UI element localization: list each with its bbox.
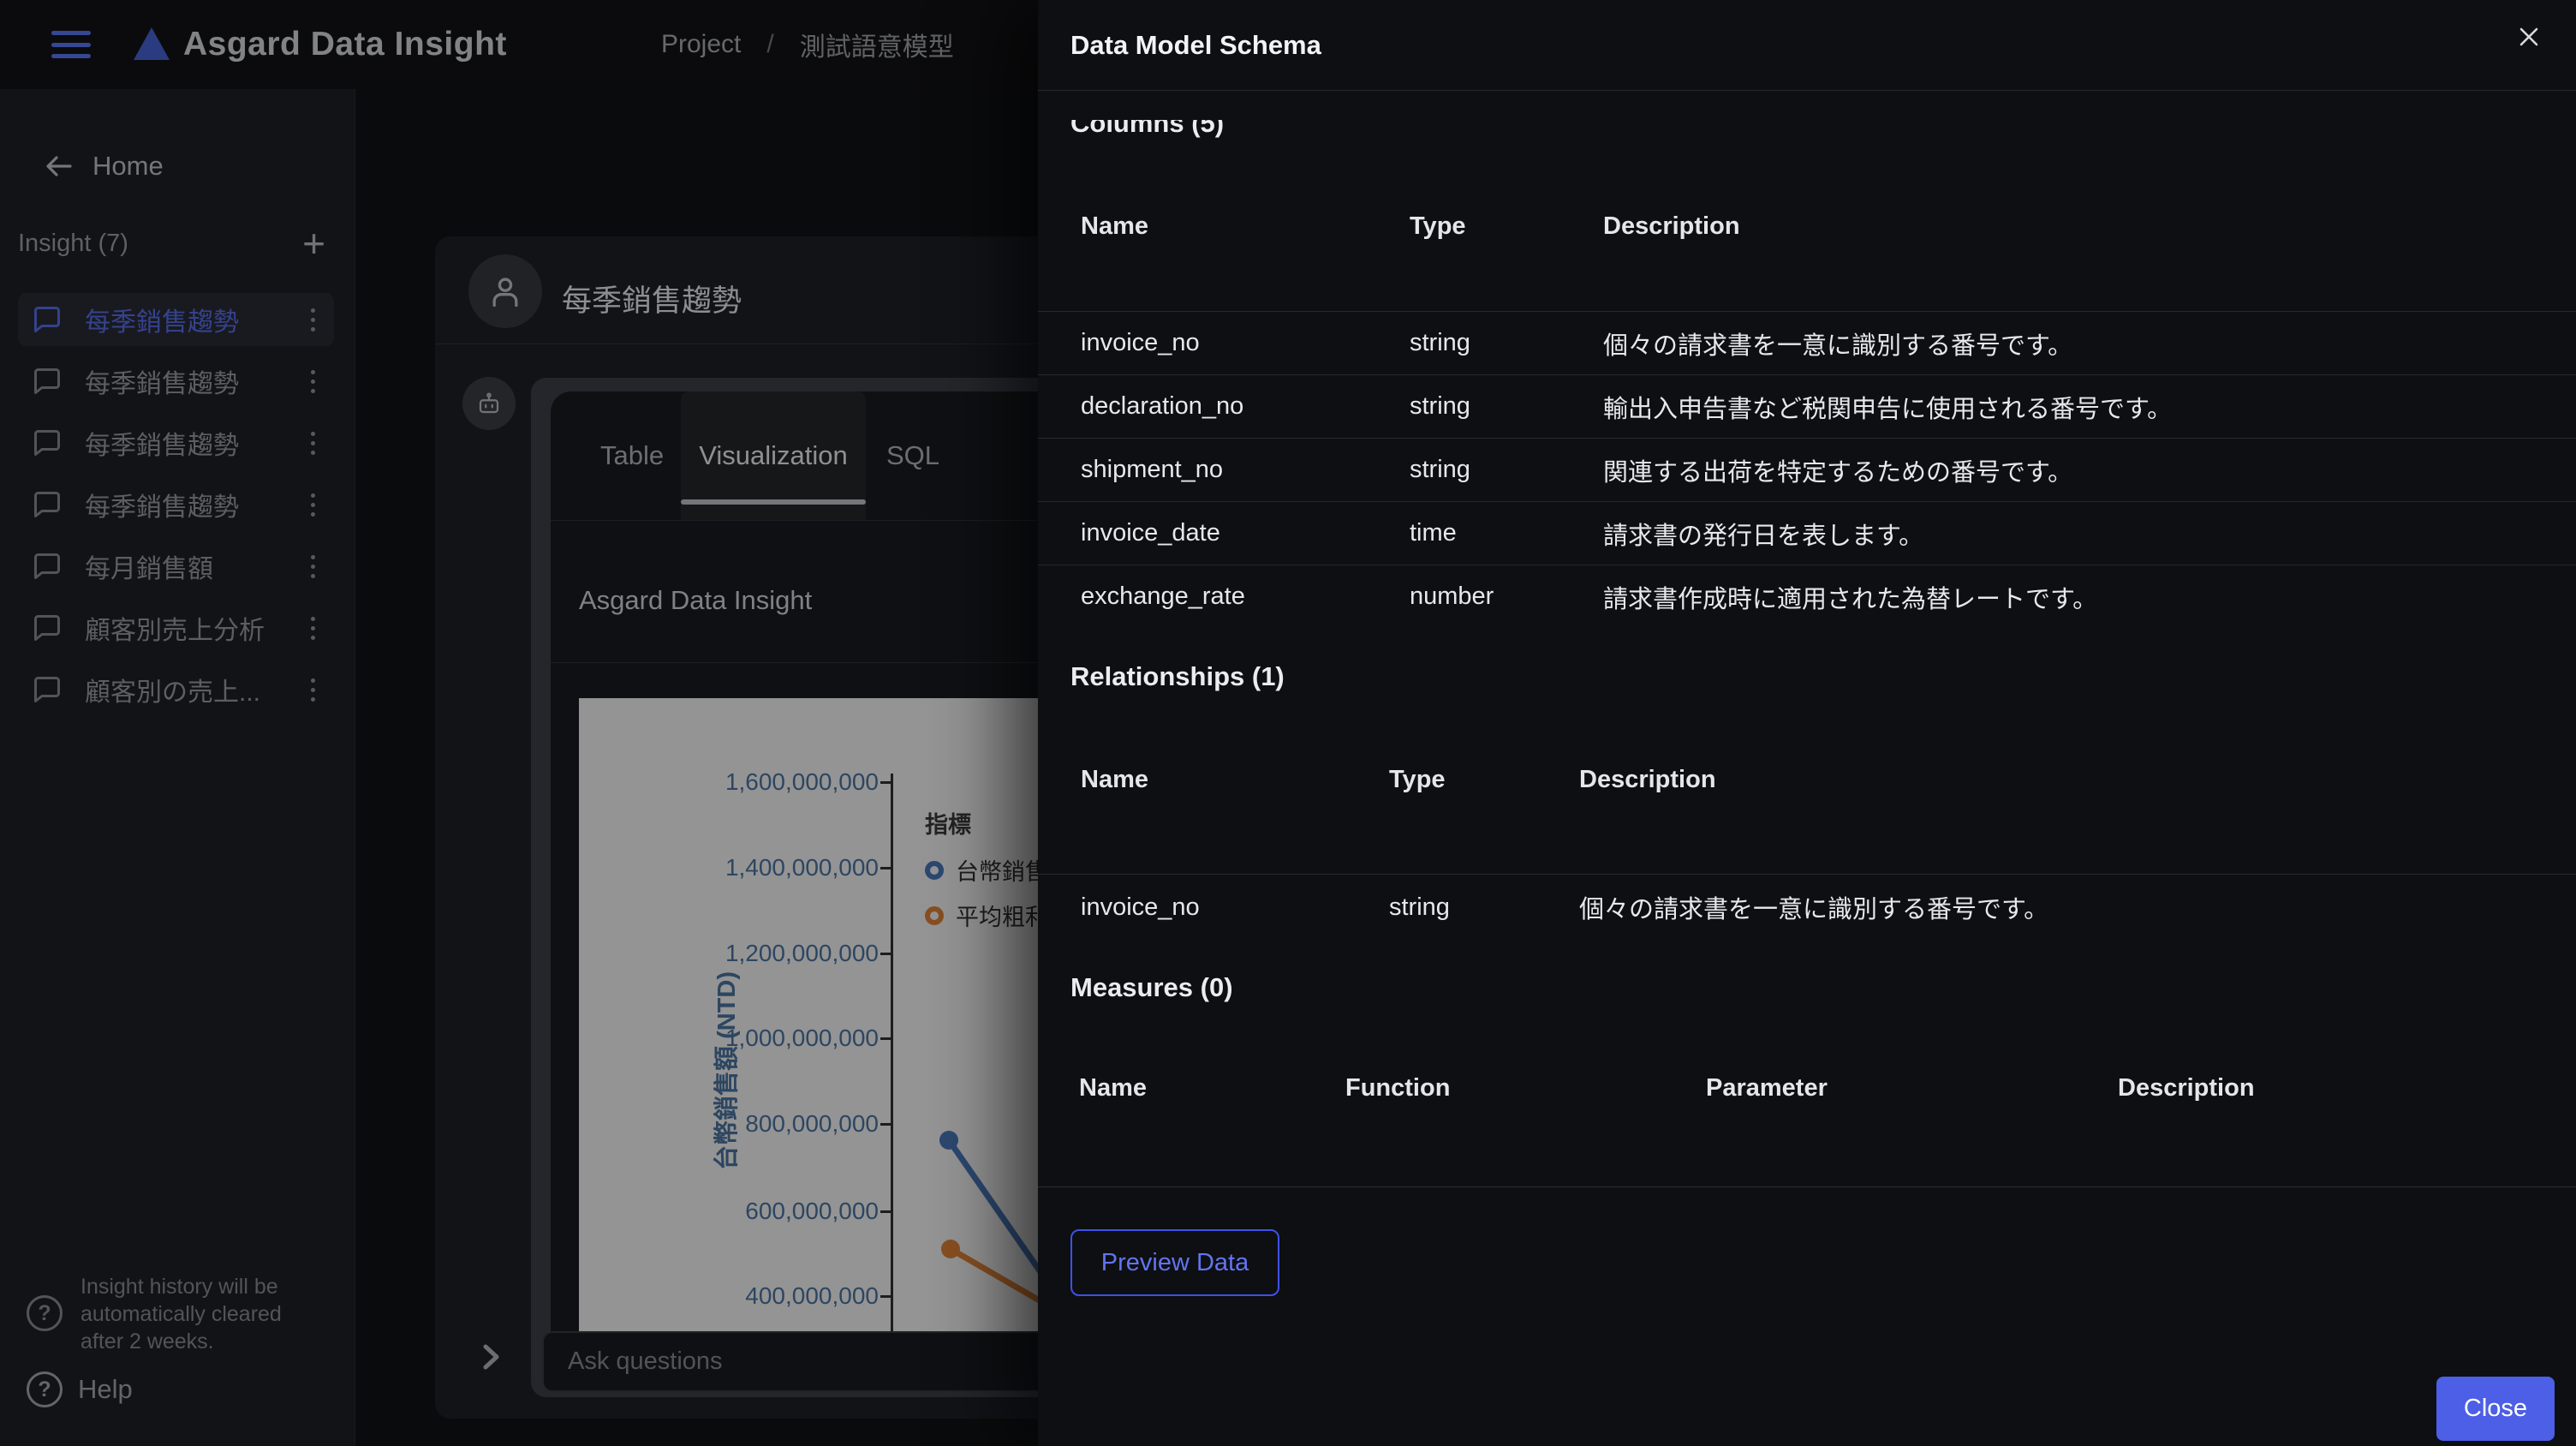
cell-description: 個々の請求書を一意に識別する番号です。 xyxy=(1603,332,2073,360)
cell-description: 請求書の発行日を表します。 xyxy=(1603,522,1924,550)
close-icon[interactable] xyxy=(2509,17,2549,57)
column-header: Description xyxy=(2118,1074,2255,1102)
divider xyxy=(1038,1186,2576,1187)
drawer-header: Data Model Schema xyxy=(1038,0,2576,91)
cell-name: declaration_no xyxy=(1081,392,1244,420)
cell-type: string xyxy=(1389,893,1450,921)
table-row: invoice_no string 個々の請求書を一意に識別する番号です。 xyxy=(1038,311,2576,374)
cell-name: invoice_date xyxy=(1081,519,1220,547)
column-header: Parameter xyxy=(1706,1074,1828,1102)
column-header: Name xyxy=(1081,212,1148,240)
column-header: Description xyxy=(1579,766,1716,793)
modal-backdrop[interactable] xyxy=(0,0,1038,1446)
columns-table-rows: invoice_no string 個々の請求書を一意に識別する番号です。 de… xyxy=(1038,311,2576,628)
drawer-title: Data Model Schema xyxy=(1070,30,1321,60)
column-header: Type xyxy=(1389,766,1446,793)
column-header: Description xyxy=(1603,212,1740,240)
cell-description: 関連する出荷を特定するための番号です。 xyxy=(1603,458,2073,487)
columns-section-title: Columns (5) xyxy=(1070,120,1225,138)
measures-section-title: Measures (0) xyxy=(1070,972,1233,1002)
table-row: shipment_no string 関連する出荷を特定するための番号です。 xyxy=(1038,438,2576,501)
table-row: invoice_no string 個々の請求書を一意に識別する番号です。 xyxy=(1038,874,2576,940)
cell-name: exchange_rate xyxy=(1081,583,1245,610)
cell-type: number xyxy=(1410,583,1494,610)
cell-type: string xyxy=(1410,329,1470,356)
table-row: invoice_date time 請求書の発行日を表します。 xyxy=(1038,501,2576,565)
measures-table-header: Name Function Parameter Description xyxy=(1038,1074,2576,1102)
relationships-table-rows: invoice_no string 個々の請求書を一意に識別する番号です。 xyxy=(1038,874,2576,940)
column-header: Function xyxy=(1345,1074,1451,1102)
cell-description: 個々の請求書を一意に識別する番号です。 xyxy=(1579,896,2049,923)
column-header: Type xyxy=(1410,212,1466,240)
column-header: Name xyxy=(1079,1074,1147,1102)
data-model-schema-drawer: Data Model Schema Columns (5) Name Type … xyxy=(1038,0,2576,1446)
cell-description: 輸出入申告書など税関申告に使用される番号です。 xyxy=(1603,395,2173,423)
drawer-body: Columns (5) Name Type Description invoic… xyxy=(1038,120,2576,1446)
column-header: Name xyxy=(1081,766,1148,793)
cell-name: invoice_no xyxy=(1081,329,1200,356)
table-row: exchange_rate number 請求書作成時に適用された為替レートです… xyxy=(1038,565,2576,628)
cell-type: time xyxy=(1410,519,1457,547)
cell-type: string xyxy=(1410,456,1470,483)
cell-description: 請求書作成時に適用された為替レートです。 xyxy=(1603,585,2098,613)
close-button[interactable]: Close xyxy=(2436,1377,2555,1441)
cell-type: string xyxy=(1410,392,1470,420)
cell-name: invoice_no xyxy=(1081,893,1200,921)
cell-name: shipment_no xyxy=(1081,456,1224,483)
relationships-section-title: Relationships (1) xyxy=(1070,661,1285,691)
columns-table-header: Name Type Description xyxy=(1038,212,2576,241)
table-row: declaration_no string 輸出入申告書など税関申告に使用される… xyxy=(1038,374,2576,438)
relationships-table-header: Name Type Description xyxy=(1038,766,2576,794)
preview-data-button[interactable]: Preview Data xyxy=(1070,1229,1279,1296)
